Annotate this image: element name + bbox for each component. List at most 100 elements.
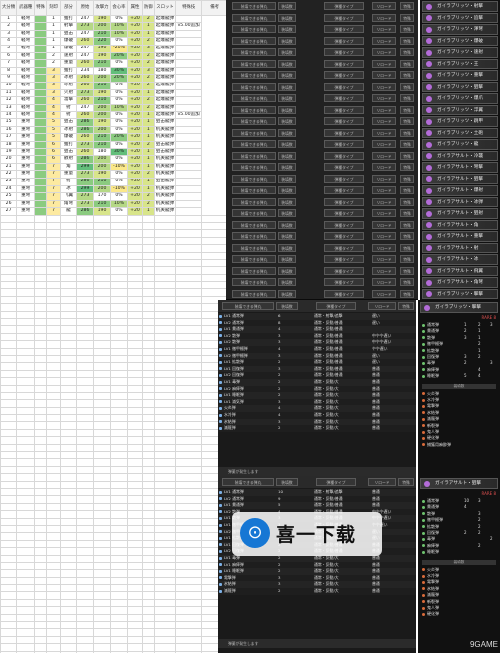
table-cell[interactable]: 1 [141, 118, 155, 127]
bullet-row[interactable]: 滅龍弾 2 通常・反動/大 普通 [218, 588, 416, 595]
empty-cell[interactable] [0, 406, 18, 416]
empty-cell[interactable] [16, 517, 36, 526]
empty-row[interactable] [0, 369, 229, 379]
empty-cell[interactable] [153, 487, 177, 497]
table-cell[interactable]: 机关龍弾 [153, 133, 177, 142]
table-cell[interactable]: 龍 [59, 207, 77, 216]
empty-cell[interactable] [0, 244, 18, 253]
empty-cell[interactable] [59, 591, 77, 600]
header-cell[interactable]: 大分類 [0, 0, 18, 16]
empty-cell[interactable] [153, 554, 177, 563]
empty-cell[interactable] [141, 214, 155, 223]
empty-cell[interactable] [153, 598, 177, 608]
loadable-bullets-button[interactable]: 装填できる弾丸 [232, 13, 276, 22]
empty-cell[interactable] [175, 295, 203, 305]
table-cell[interactable]: 200 [92, 162, 111, 172]
empty-cell[interactable] [126, 510, 143, 519]
empty-cell[interactable] [75, 266, 94, 275]
empty-cell[interactable] [75, 584, 94, 593]
special-button[interactable]: 特殊 [400, 71, 414, 79]
bullet-type-button[interactable]: 弾種タイプ [324, 151, 364, 160]
empty-cell[interactable] [45, 288, 61, 297]
empty-cell[interactable] [45, 221, 61, 231]
empty-cell[interactable] [45, 635, 61, 645]
empty-row[interactable] [0, 310, 229, 320]
empty-cell[interactable] [126, 421, 143, 430]
empty-cell[interactable] [16, 539, 36, 549]
table-cell[interactable]: +20 [126, 170, 143, 179]
empty-cell[interactable] [153, 414, 177, 423]
bullet-row[interactable]: 電撃弾 3 通常・反動/大 普通 [218, 574, 416, 582]
empty-cell[interactable] [0, 635, 18, 645]
empty-row[interactable] [0, 465, 229, 475]
bullet-type-button[interactable]: 弾種タイプ [324, 197, 364, 206]
empty-cell[interactable] [92, 406, 111, 416]
weapon-list-item[interactable]: ガイラアサルト・冰弾 [422, 196, 498, 207]
table-cell[interactable]: 机关龍弾 [153, 184, 177, 194]
table-cell[interactable]: 重弩 [16, 140, 36, 150]
empty-cell[interactable] [92, 598, 111, 608]
empty-cell[interactable] [153, 221, 177, 231]
empty-cell[interactable] [126, 288, 143, 297]
special-button[interactable]: 特殊 [400, 36, 414, 45]
empty-cell[interactable] [109, 547, 128, 556]
empty-cell[interactable] [126, 591, 143, 600]
table-cell[interactable]: 軽弩 [16, 103, 36, 113]
table-cell[interactable] [34, 66, 47, 76]
table-cell[interactable] [175, 125, 203, 135]
empty-cell[interactable] [153, 458, 177, 467]
table-cell[interactable]: +20 [126, 111, 143, 120]
empty-cell[interactable] [109, 487, 128, 497]
empty-cell[interactable] [175, 502, 203, 512]
empty-cell[interactable] [45, 613, 61, 623]
empty-cell[interactable] [109, 221, 128, 231]
empty-cell[interactable] [45, 295, 61, 305]
empty-cell[interactable] [34, 480, 47, 490]
table-cell[interactable]: 狙击 [59, 118, 77, 127]
table-cell[interactable]: v5.00追加 [175, 111, 203, 120]
table-cell[interactable] [175, 192, 203, 201]
empty-cell[interactable] [16, 502, 36, 512]
empty-cell[interactable] [16, 325, 36, 334]
table-cell[interactable]: 火射 [59, 88, 77, 98]
empty-row[interactable] [0, 547, 229, 556]
empty-cell[interactable] [126, 635, 143, 645]
table-cell[interactable]: 260 [75, 148, 94, 157]
empty-cell[interactable] [92, 421, 111, 430]
empty-cell[interactable] [34, 502, 47, 512]
empty-cell[interactable] [141, 354, 155, 364]
empty-cell[interactable] [109, 473, 128, 482]
empty-cell[interactable] [34, 495, 47, 504]
empty-cell[interactable] [16, 391, 36, 401]
table-cell[interactable]: 軽弩 [16, 59, 36, 68]
table-cell[interactable]: 11 [0, 88, 18, 98]
empty-cell[interactable] [45, 384, 61, 393]
empty-cell[interactable] [45, 258, 61, 268]
empty-cell[interactable] [0, 480, 18, 490]
table-cell[interactable]: 30% [109, 66, 128, 76]
loadable-bullets-button[interactable]: 装填できる弾丸 [232, 140, 276, 148]
empty-cell[interactable] [75, 613, 94, 623]
empty-cell[interactable] [92, 273, 111, 283]
empty-cell[interactable] [0, 436, 18, 445]
empty-cell[interactable] [75, 273, 94, 283]
empty-cell[interactable] [59, 561, 77, 571]
empty-cell[interactable] [175, 495, 203, 504]
empty-cell[interactable] [92, 621, 111, 630]
empty-cell[interactable] [153, 258, 177, 268]
empty-cell[interactable] [109, 229, 128, 238]
table-cell[interactable]: 26 [0, 199, 18, 209]
special-button[interactable]: 特殊 [400, 117, 414, 125]
table-cell[interactable]: 12 [0, 96, 18, 105]
empty-cell[interactable] [16, 561, 36, 571]
table-cell[interactable]: 起爆龍弾 [153, 37, 177, 46]
table-cell[interactable]: +20 [126, 66, 143, 76]
table-row[interactable]: 26 重弩 7 角弩 273 210 10% +20 2 机关龍弾 [0, 199, 228, 209]
empty-cell[interactable] [75, 428, 94, 438]
empty-cell[interactable] [109, 384, 128, 393]
empty-cell[interactable] [175, 369, 203, 379]
empty-cell[interactable] [92, 258, 111, 268]
empty-cell[interactable] [16, 229, 36, 238]
table-cell[interactable] [34, 192, 47, 201]
empty-cell[interactable] [175, 340, 203, 349]
